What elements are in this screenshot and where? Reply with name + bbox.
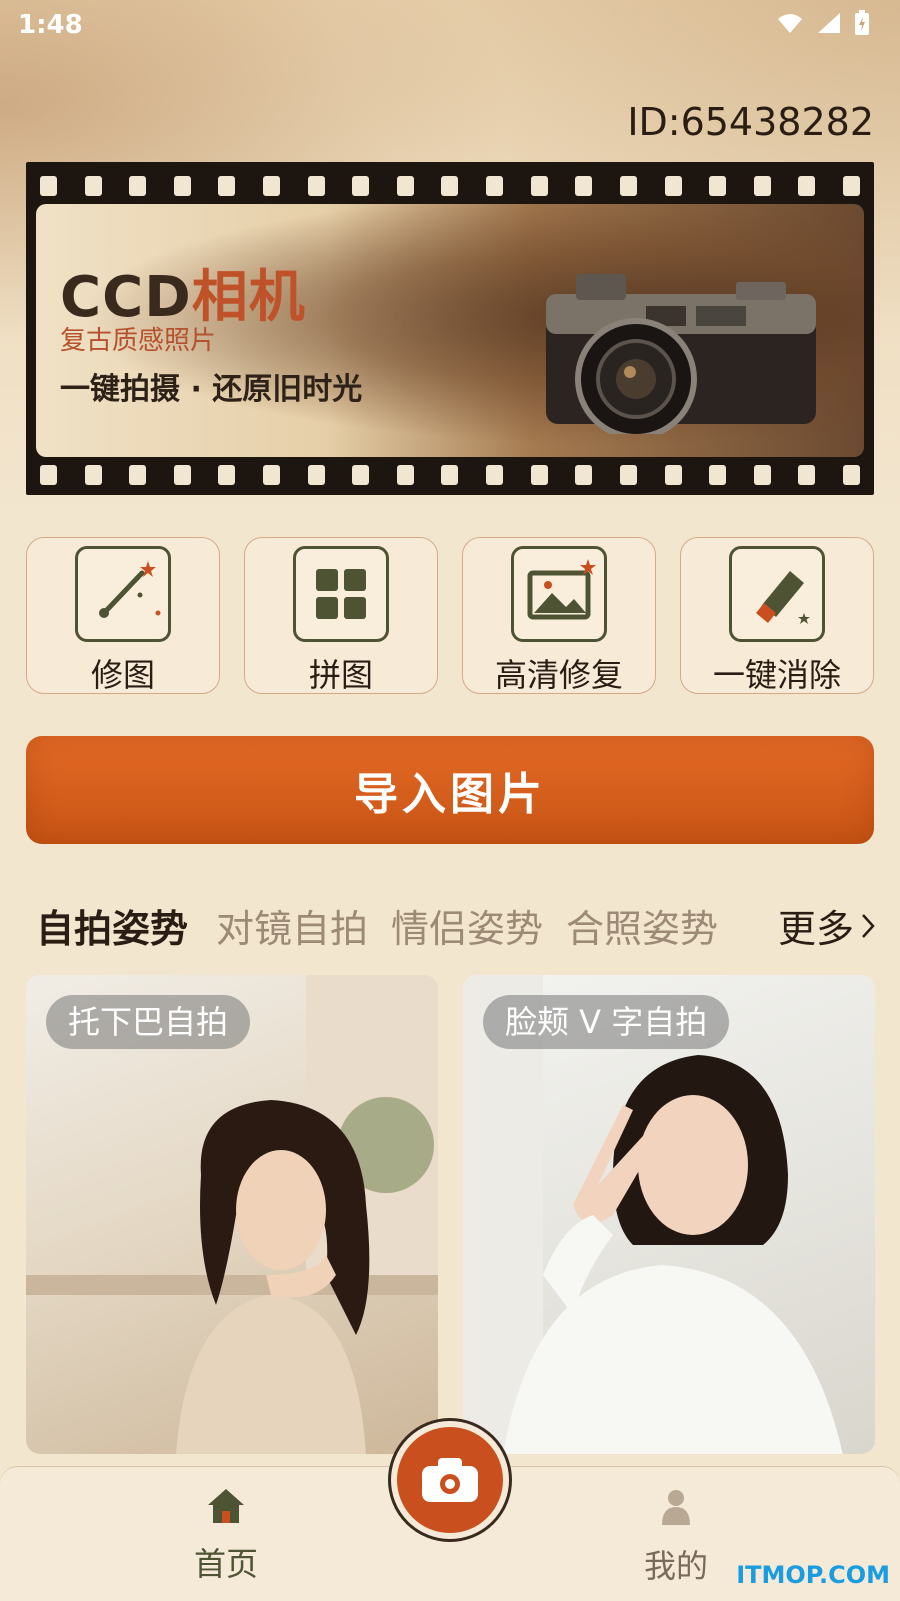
film-perforations-top	[40, 176, 860, 196]
user-id: ID:65438282	[627, 100, 874, 144]
camera-icon	[422, 1458, 478, 1502]
wifi-icon	[778, 14, 802, 33]
watermark: ITMOP.COM	[736, 1561, 890, 1589]
tool-label: 修图	[90, 656, 155, 694]
profile-icon	[662, 1490, 690, 1525]
tool-collage-button[interactable]: 拼图	[244, 537, 438, 694]
status-time: 1:48	[18, 10, 83, 40]
status-icons	[776, 10, 870, 36]
tool-label: 一键消除	[712, 656, 841, 694]
banner-subtitle: 复古质感照片	[60, 326, 217, 356]
magic-wand-icon	[75, 546, 171, 642]
image-icon	[511, 546, 607, 642]
tool-retouch-button[interactable]: 修图	[26, 537, 220, 694]
tab-group-pose[interactable]: 合照姿势	[566, 898, 718, 953]
tool-erase-button[interactable]: 一键消除	[680, 537, 874, 694]
vintage-camera-illustration	[546, 274, 816, 434]
tab-mirror-selfie[interactable]: 对镜自拍	[216, 898, 368, 953]
pose-card[interactable]: 脸颊 V 字自拍	[463, 975, 875, 1454]
more-label: 更多	[777, 907, 854, 951]
nav-home-label: 首页	[193, 1545, 258, 1583]
pose-tabs: 自拍姿势 对镜自拍 情侣姿势 合照姿势 更多	[36, 898, 876, 954]
more-link[interactable]: 更多	[778, 898, 876, 953]
film-perforations-bottom	[40, 465, 860, 485]
nav-mine-label: 我的	[643, 1547, 708, 1585]
chevron-right-icon	[862, 913, 875, 938]
home-icon	[208, 1489, 244, 1523]
status-bar: 1:48	[0, 0, 900, 48]
tool-hd-restore-button[interactable]: 高清修复	[462, 537, 656, 694]
signal-icon	[818, 13, 840, 33]
nav-home[interactable]: 首页	[156, 1487, 296, 1585]
pose-card[interactable]: 托下巴自拍	[26, 975, 438, 1454]
eraser-icon	[729, 546, 825, 642]
camera-fab[interactable]	[388, 1418, 512, 1542]
card-tag: 托下巴自拍	[46, 995, 251, 1049]
tab-couple-pose[interactable]: 情侣姿势	[391, 898, 543, 953]
tool-tiles: 修图 拼图 高清修复 一键消除	[26, 537, 874, 694]
banner-description: 一键拍摄 · 还原旧时光	[60, 372, 363, 407]
nav-mine[interactable]: 我的	[606, 1487, 746, 1587]
card-tag: 脸颊 V 字自拍	[483, 995, 730, 1049]
battery-icon	[855, 10, 869, 35]
grid-icon	[293, 546, 389, 642]
promo-banner[interactable]: CCD相机 复古质感照片 一键拍摄 · 还原旧时光	[26, 162, 874, 495]
camera-fab-inner	[397, 1427, 503, 1533]
tab-selfie-pose[interactable]: 自拍姿势	[36, 898, 188, 953]
tool-label: 高清修复	[494, 656, 623, 694]
import-image-button[interactable]: 导入图片	[26, 736, 874, 844]
tool-label: 拼图	[308, 656, 373, 694]
banner-image: CCD相机 复古质感照片 一键拍摄 · 还原旧时光	[36, 204, 864, 457]
